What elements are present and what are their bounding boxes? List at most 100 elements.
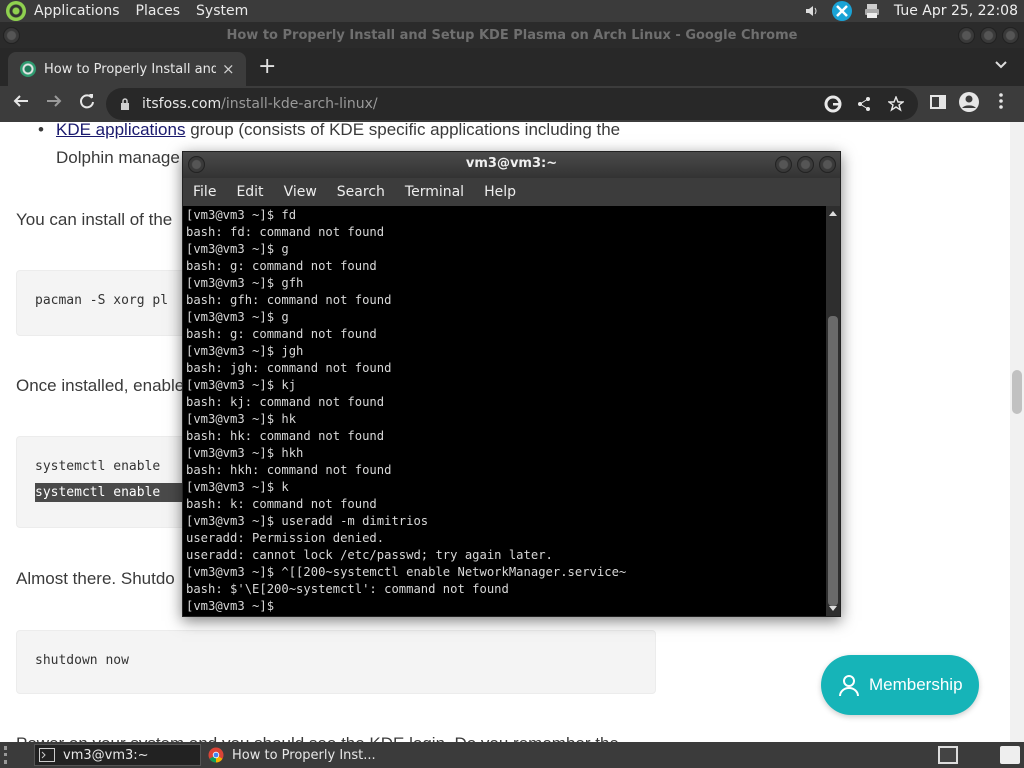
volume-icon[interactable] (802, 1, 822, 21)
terminal-output[interactable]: [vm3@vm3 ~]$ fd bash: fd: command not fo… (183, 206, 826, 616)
para-once: Once installed, enable (16, 376, 185, 395)
new-tab-button[interactable]: + (258, 54, 276, 79)
scroll-down-arrow-icon[interactable] (826, 604, 840, 614)
back-arrow-icon[interactable] (12, 92, 30, 115)
taskbar-item-terminal[interactable]: vm3@vm3:~ (34, 744, 201, 766)
show-desktop-icon[interactable] (938, 746, 958, 764)
minimize-button[interactable] (958, 27, 975, 44)
code-systemctl-2-selected[interactable]: systemctl enable (35, 483, 205, 502)
distro-logo-icon[interactable] (6, 1, 26, 21)
share-icon[interactable] (856, 88, 872, 124)
terminal-line: bash: jgh: command not found (186, 361, 392, 375)
terminal-line: useradd: Permission denied. (186, 531, 385, 545)
para-install: You can install of the (16, 210, 173, 229)
terminal-line: [vm3@vm3 ~]$ k (186, 480, 289, 494)
workspace-switcher[interactable] (1000, 746, 1020, 764)
scroll-up-arrow-icon[interactable] (826, 208, 840, 218)
tab-search-chevron-icon[interactable] (994, 58, 1008, 74)
bookmark-star-icon[interactable] (886, 88, 906, 124)
bullet-text-1: group (consists of KDE specific applicat… (185, 122, 621, 139)
membership-button[interactable]: Membership (821, 655, 979, 715)
terminal-line: [vm3@vm3 ~]$ g (186, 310, 289, 324)
tab-title: How to Properly Install and Setup KDE Pl… (44, 61, 216, 77)
terminal-line: [vm3@vm3 ~]$ fd (186, 208, 297, 222)
user-icon (839, 675, 859, 697)
google-icon[interactable] (824, 88, 842, 125)
tab-active[interactable]: How to Properly Install and Setup KDE Pl… (8, 52, 246, 86)
printer-icon[interactable] (862, 1, 882, 21)
clock[interactable]: Tue Apr 25, 22:08 (894, 3, 1018, 19)
terminal-titlebar[interactable]: vm3@vm3:~ (183, 152, 840, 178)
terminal-close-button[interactable] (819, 156, 836, 173)
top-panel: Applications Places System Tue Apr 25, 2… (0, 0, 1024, 22)
bullet-dot: • (38, 122, 44, 139)
kde-applications-link[interactable]: KDE applications (56, 122, 185, 139)
window-title: How to Properly Install and Setup KDE Pl… (226, 28, 798, 43)
code-shutdown: shutdown now (35, 653, 129, 668)
terminal-line: [vm3@vm3 ~]$ kj (186, 378, 297, 392)
terminal-title: vm3@vm3:~ (465, 156, 558, 171)
kebab-menu-icon[interactable] (998, 92, 1004, 115)
terminal-line: bash: g: command not found (186, 259, 377, 273)
terminal-minimize-button[interactable] (775, 156, 792, 173)
terminal-prompt-line[interactable]: [vm3@vm3 ~]$ (186, 598, 823, 615)
chrome-titlebar: How to Properly Install and Setup KDE Pl… (0, 22, 1024, 48)
terminal-line: [vm3@vm3 ~]$ jgh (186, 344, 304, 358)
code-systemctl-1: systemctl enable (35, 459, 161, 474)
terminal-menu-help[interactable]: Help (474, 184, 526, 200)
terminal-menu-edit[interactable]: Edit (226, 184, 273, 200)
terminal-menu-terminal[interactable]: Terminal (395, 184, 474, 200)
terminal-scrollbar[interactable] (826, 206, 840, 616)
terminal-line: useradd: cannot lock /etc/passwd; try ag… (186, 548, 553, 562)
window-menu-button[interactable] (3, 27, 20, 44)
terminal-line: bash: g: command not found (186, 327, 377, 341)
terminal-menubar: File Edit View Search Terminal Help (183, 178, 840, 206)
code-block-shutdown: shutdown now (16, 630, 656, 694)
tab-strip: How to Properly Install and Setup KDE Pl… (0, 48, 1024, 86)
terminal-line: [vm3@vm3 ~]$ hk (186, 412, 297, 426)
terminal-line: [vm3@vm3 ~]$ gfh (186, 276, 304, 290)
profile-avatar-icon[interactable] (958, 92, 980, 118)
chrome-icon (208, 747, 224, 763)
terminal-window-menu-button[interactable] (188, 156, 205, 173)
menu-system[interactable]: System (188, 0, 256, 22)
terminal-line: bash: gfh: command not found (186, 293, 392, 307)
terminal-menu-file[interactable]: File (183, 184, 226, 200)
membership-label: Membership (869, 675, 963, 694)
para-almost: Almost there. Shutdo (16, 569, 175, 588)
menu-places[interactable]: Places (128, 0, 189, 22)
system-tray: Tue Apr 25, 22:08 (792, 0, 1024, 22)
terminal-window[interactable]: vm3@vm3:~ File Edit View Search Terminal… (182, 151, 841, 617)
network-sync-icon[interactable] (831, 1, 852, 21)
code-pacman: pacman -S xorg pl (35, 293, 169, 308)
terminal-line: [vm3@vm3 ~]$ g (186, 242, 289, 256)
page-scrollbar-thumb[interactable] (1012, 370, 1022, 414)
taskbar-item-chrome[interactable]: How to Properly Inst... (204, 744, 394, 766)
menu-applications[interactable]: Applications (26, 0, 128, 22)
address-bar[interactable]: itsfoss.com/install-kde-arch-linux/ (106, 88, 918, 120)
lock-icon[interactable] (120, 88, 130, 122)
terminal-scrollbar-thumb[interactable] (828, 316, 838, 606)
browser-toolbar: itsfoss.com/install-kde-arch-linux/ (0, 86, 1024, 122)
forward-arrow-icon[interactable] (45, 92, 63, 115)
url-path: /install-kde-arch-linux/ (221, 96, 378, 112)
terminal-line: [vm3@vm3 ~]$ ^[[200~systemctl enable Net… (186, 565, 627, 579)
itsfoss-favicon-icon (20, 61, 36, 77)
taskbar-handle[interactable] (4, 746, 26, 764)
reload-icon[interactable] (78, 92, 96, 115)
close-window-button[interactable] (1002, 27, 1019, 44)
terminal-menu-search[interactable]: Search (327, 184, 395, 200)
side-panel-icon[interactable] (930, 92, 946, 115)
tab-close-icon[interactable]: × (222, 60, 235, 78)
terminal-line: bash: kj: command not found (186, 395, 385, 409)
bottom-taskbar: vm3@vm3:~ How to Properly Inst... (0, 742, 1024, 768)
terminal-maximize-button[interactable] (797, 156, 814, 173)
page-scrollbar[interactable] (1010, 122, 1024, 742)
url-host: itsfoss.com (142, 96, 222, 112)
terminal-line: bash: fd: command not found (186, 225, 385, 239)
terminal-menu-view[interactable]: View (274, 184, 327, 200)
terminal-line: bash: hkh: command not found (186, 463, 392, 477)
terminal-line: bash: k: command not found (186, 497, 377, 511)
maximize-button[interactable] (980, 27, 997, 44)
taskbar-label-chrome: How to Properly Inst... (232, 747, 376, 763)
